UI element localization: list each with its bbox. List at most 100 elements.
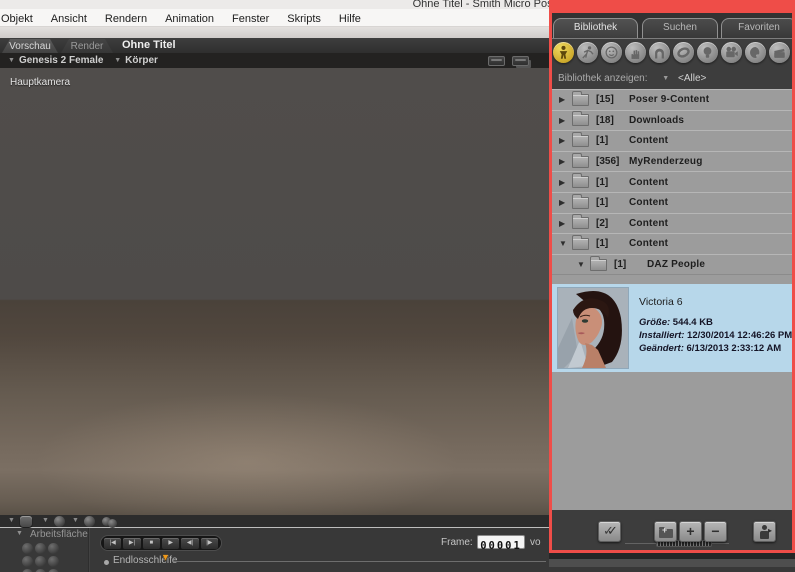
element-selector[interactable]: Körper <box>125 55 158 66</box>
victoria-thumbnail[interactable] <box>558 288 628 368</box>
library-folder-row[interactable]: ▼ [1] Content <box>552 233 792 255</box>
figures-category-icon[interactable] <box>553 42 574 63</box>
library-folder-row[interactable]: ▶ [1] Content <box>552 130 792 152</box>
library-folder-row[interactable]: ▶ [18] Downloads <box>552 109 792 132</box>
chevron-down-icon[interactable]: ▼ <box>8 517 15 524</box>
library-folder-row[interactable]: ▶ [15] Poser 9-Content <box>552 89 792 111</box>
folder-count: [1] <box>596 135 609 147</box>
expand-icon[interactable]: ▶ <box>559 157 572 166</box>
style-sphere-icon[interactable] <box>22 543 33 554</box>
previous-frame-button[interactable]: ◀| <box>181 537 199 549</box>
stop-button[interactable]: ■ <box>142 537 160 549</box>
props-category-icon[interactable] <box>673 42 694 63</box>
collapse-icon[interactable]: ▼ <box>559 239 572 248</box>
timeline-track[interactable] <box>174 561 546 562</box>
expand-icon[interactable]: ▶ <box>559 219 572 228</box>
expand-icon[interactable]: ▶ <box>559 116 572 125</box>
expand-icon[interactable]: ▶ <box>559 136 572 145</box>
tab-render[interactable]: Render <box>61 39 113 53</box>
library-filter-dropdown[interactable]: <Alle> <box>678 73 706 84</box>
tab-vorschau[interactable]: Vorschau <box>2 39 58 53</box>
library-folder-row[interactable]: ▶ [2] Content <box>552 212 792 235</box>
play-button[interactable]: ▶ <box>161 537 180 549</box>
menu-skripts[interactable]: Skripts <box>278 11 330 25</box>
library-folder-row[interactable]: ▶ [1] Content <box>552 171 792 193</box>
hair-category-icon[interactable] <box>649 42 670 63</box>
modified-value: 6/13/2013 2:33:12 AM <box>686 343 782 354</box>
camera-label: Hauptkamera <box>10 77 71 88</box>
style-sphere-icon[interactable] <box>48 556 59 567</box>
poses-category-icon[interactable] <box>577 42 598 63</box>
menu-ansicht[interactable]: Ansicht <box>42 11 96 25</box>
menu-objekt[interactable]: Objekt <box>0 11 42 25</box>
library-tab-suchen[interactable]: Suchen <box>642 18 718 38</box>
last-frame-button[interactable]: ▶| <box>123 537 141 549</box>
menu-hilfe[interactable]: Hilfe <box>330 11 370 25</box>
library-tab-favoriten[interactable]: Favoriten <box>721 18 792 38</box>
loop-bullet-icon[interactable] <box>104 560 109 565</box>
checkmark-button[interactable]: ✓ ✓ <box>598 521 621 542</box>
menu-animation[interactable]: Animation <box>156 11 223 25</box>
chevron-down-icon[interactable]: ▼ <box>72 517 79 524</box>
dock-window-icon[interactable] <box>488 55 505 66</box>
item-installed-row: Installiert: 12/30/2014 12:46:26 PM <box>639 330 792 341</box>
chevron-down-icon[interactable]: ▼ <box>114 57 121 64</box>
style-sphere-icon[interactable] <box>35 556 46 567</box>
folder-count: [18] <box>596 114 614 126</box>
style-sphere-icon[interactable] <box>22 556 33 567</box>
style-sphere-icon[interactable] <box>48 543 59 554</box>
folder-icon <box>572 193 589 209</box>
library-folder-row[interactable]: ▶ [1] Content <box>552 191 792 214</box>
chevron-down-icon[interactable]: ▼ <box>8 57 15 64</box>
cameras-category-icon[interactable] <box>721 42 742 63</box>
expressions-category-icon[interactable] <box>601 42 622 63</box>
tracking-mode-sphere-icon[interactable] <box>54 516 65 527</box>
transport-controls: |◀ ▶| ■ ▶ ◀| |▶ <box>100 535 222 551</box>
shading-mode-sphere-icon[interactable] <box>84 516 95 527</box>
multi-sphere-icon[interactable] <box>108 519 117 528</box>
library-tab-bibliothek[interactable]: Bibliothek <box>553 18 638 38</box>
menu-rendern[interactable]: Rendern <box>96 11 156 25</box>
library-folder-row[interactable]: ▼ [1] DAZ People <box>552 253 792 276</box>
show-library-label: Bibliothek anzeigen: <box>558 73 648 84</box>
item-modified-row: Geändert: 6/13/2013 2:33:12 AM <box>639 343 781 354</box>
chevron-down-icon[interactable]: ▼ <box>662 75 669 82</box>
folder-icon <box>572 234 589 250</box>
display-style-square-icon[interactable] <box>20 516 32 527</box>
expand-icon[interactable]: ▶ <box>559 178 572 187</box>
folder-name: Content <box>629 176 669 188</box>
materials-category-icon[interactable] <box>745 42 766 63</box>
library-selected-item[interactable]: Victoria 6 Größe: 544.4 KB Installiert: … <box>552 284 792 372</box>
timeline-marker-icon[interactable]: ▼ <box>161 552 170 562</box>
workspace-label[interactable]: Arbeitsfläche <box>30 529 88 540</box>
first-frame-button[interactable]: |◀ <box>104 537 122 549</box>
next-frame-button[interactable]: |▶ <box>200 537 218 549</box>
chevron-down-icon[interactable]: ▼ <box>16 530 23 537</box>
folder-icon <box>572 90 589 106</box>
menu-fenster[interactable]: Fenster <box>223 11 278 25</box>
add-item-button[interactable]: + <box>679 521 702 542</box>
scenes-category-icon[interactable] <box>769 42 790 63</box>
folder-name: Content <box>629 238 669 250</box>
lights-category-icon[interactable] <box>697 42 718 63</box>
folder-icon <box>572 152 589 168</box>
export-item-button[interactable]: ▸ <box>753 521 776 542</box>
preview-viewport[interactable]: Hauptkamera <box>0 68 549 515</box>
library-folder-row[interactable]: ▶ [356] MyRenderzeug <box>552 150 792 173</box>
add-folder-button[interactable]: + <box>654 521 677 542</box>
frame-counter-field[interactable]: 00001 <box>477 535 525 552</box>
expand-icon[interactable]: ▶ <box>559 95 572 104</box>
library-show-row: Bibliothek anzeigen: ▼ <Alle> <box>552 69 792 88</box>
float-window-icon[interactable] <box>512 55 529 66</box>
folder-icon <box>590 255 607 271</box>
collapse-icon[interactable]: ▼ <box>577 260 590 269</box>
library-empty-area <box>552 372 792 510</box>
chevron-down-icon[interactable]: ▼ <box>42 517 49 524</box>
remove-item-button[interactable]: − <box>704 521 727 542</box>
folder-name: Content <box>629 135 669 147</box>
style-sphere-icon[interactable] <box>35 543 46 554</box>
figure-selector[interactable]: Genesis 2 Female <box>19 55 104 66</box>
library-footer-toolbar: ✓ ✓ + + − ▸ <box>552 510 792 550</box>
expand-icon[interactable]: ▶ <box>559 198 572 207</box>
hands-category-icon[interactable] <box>625 42 646 63</box>
